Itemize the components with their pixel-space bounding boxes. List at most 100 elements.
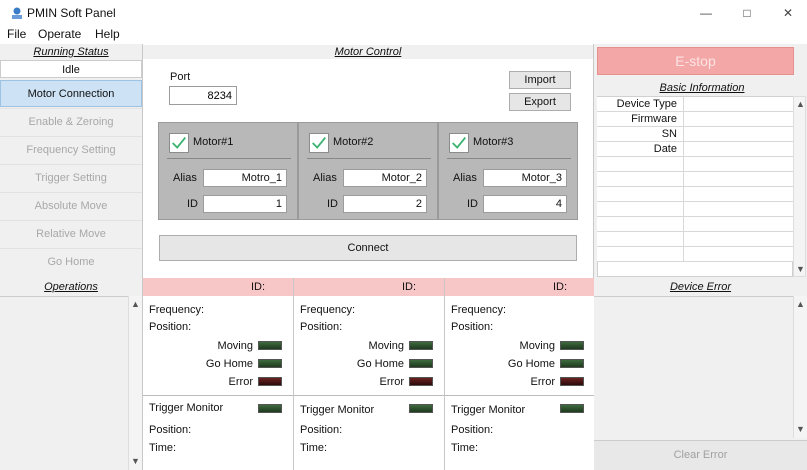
checkmark-icon — [452, 137, 466, 149]
running-status-value: Idle — [0, 60, 142, 78]
monitor-3-moving-label: Moving — [519, 340, 555, 352]
motor-1-alias-input[interactable]: Motro_1 — [203, 169, 287, 187]
moving-led-icon — [258, 341, 282, 350]
motor-2-checkbox[interactable] — [309, 133, 329, 153]
info-key: Firmware — [597, 112, 684, 127]
export-button[interactable]: Export — [509, 93, 571, 111]
monitor-2-error-label: Error — [379, 376, 404, 388]
motor-2-box: Motor#2 Alias Motor_2 ID 2 — [298, 122, 438, 220]
motor-1-id-input[interactable]: 1 — [203, 195, 287, 213]
info-key: Date — [597, 142, 684, 157]
monitor-3-position2: Position: — [451, 424, 494, 436]
nav-enable-zeroing[interactable]: Enable & Zeroing — [0, 108, 142, 135]
nav-absolute-move[interactable]: Absolute Move — [0, 192, 142, 219]
port-label: Port — [170, 71, 191, 83]
import-button[interactable]: Import — [509, 71, 571, 89]
operations-list — [0, 296, 142, 470]
gohome-led-icon — [258, 359, 282, 368]
info-row-empty — [597, 157, 793, 172]
motor-2-id-input[interactable]: 2 — [343, 195, 427, 213]
motor-3-box: Motor#3 Alias Motor_3 ID 4 — [438, 122, 578, 220]
maximize-button[interactable]: □ — [732, 3, 762, 23]
scroll-down-icon[interactable]: ▼ — [796, 264, 805, 274]
scroll-down-icon[interactable]: ▼ — [131, 456, 140, 466]
motor-2-alias-input[interactable]: Motor_2 — [343, 169, 427, 187]
monitor-1-error-label: Error — [228, 376, 253, 388]
estop-button[interactable]: E-stop — [597, 47, 794, 75]
info-row-device-type: Device Type — [597, 97, 793, 112]
error-led-icon — [409, 377, 433, 386]
trigger-led-icon — [258, 404, 282, 413]
info-key-empty — [597, 172, 684, 187]
motor-2-alias-label: Alias — [313, 172, 337, 184]
monitor-1-gohome-label: Go Home — [205, 358, 253, 370]
motor-control-header: Motor Control — [143, 45, 593, 59]
operations-header: Operations — [0, 280, 142, 294]
info-row-empty — [597, 202, 793, 217]
monitor-2-time: Time: — [300, 442, 328, 454]
nav-relative-move[interactable]: Relative Move — [0, 220, 142, 247]
scroll-up-icon[interactable]: ▲ — [131, 299, 140, 309]
monitor-2-position2: Position: — [300, 424, 343, 436]
minimize-button[interactable]: — — [691, 3, 721, 23]
info-scrollbar[interactable]: ▲ ▼ — [793, 96, 806, 277]
info-row-empty — [597, 187, 793, 202]
nav-frequency-setting[interactable]: Frequency Setting — [0, 136, 142, 163]
info-row-empty — [597, 217, 793, 232]
info-key: Device Type — [597, 97, 684, 112]
scroll-up-icon[interactable]: ▲ — [796, 99, 805, 109]
divider — [307, 158, 431, 159]
trigger-led-icon — [409, 404, 433, 413]
info-row-date: Date — [597, 142, 793, 157]
checkmark-icon — [172, 137, 186, 149]
close-button[interactable]: ✕ — [773, 3, 803, 23]
motor-3-alias-input[interactable]: Motor_3 — [483, 169, 567, 187]
monitor-1: ID: Frequency: Position: Moving Go Home … — [143, 278, 294, 470]
monitor-1-position2: Position: — [149, 424, 192, 436]
left-panel: Running Status Idle Motor Connection Ena… — [0, 44, 143, 278]
monitor-2: ID: Frequency: Position: Moving Go Home … — [294, 278, 445, 470]
monitor-3-time: Time: — [451, 442, 479, 454]
monitor-1-moving-label: Moving — [217, 340, 253, 352]
port-input[interactable] — [169, 86, 237, 105]
scroll-down-icon[interactable]: ▼ — [796, 424, 805, 434]
device-error-panel: Device Error ▲ ▼ Clear Error — [594, 278, 807, 470]
monitor-2-trigger: Trigger Monitor — [300, 404, 375, 416]
monitor-2-gohome-label: Go Home — [356, 358, 404, 370]
menu-file[interactable]: File — [7, 27, 26, 41]
monitor-1-frequency: Frequency: — [149, 304, 205, 316]
operations-scrollbar[interactable]: ▲ ▼ — [128, 296, 142, 470]
info-key-empty — [597, 247, 684, 262]
checkmark-icon — [312, 137, 326, 149]
monitor-2-position: Position: — [300, 321, 343, 333]
moving-led-icon — [409, 341, 433, 350]
clear-error-button[interactable]: Clear Error — [594, 440, 807, 470]
info-row-firmware: Firmware — [597, 112, 793, 127]
device-error-scrollbar[interactable]: ▲ ▼ — [793, 296, 807, 438]
connect-button[interactable]: Connect — [159, 235, 577, 261]
nav-motor-connection[interactable]: Motor Connection — [0, 80, 142, 107]
scroll-up-icon[interactable]: ▲ — [796, 299, 805, 309]
monitor-3-error-label: Error — [530, 376, 555, 388]
motor-3-name: Motor#3 — [473, 136, 514, 148]
divider — [167, 158, 291, 159]
info-key-empty — [597, 187, 684, 202]
gohome-led-icon — [409, 359, 433, 368]
menu-help[interactable]: Help — [95, 27, 120, 41]
device-error-header: Device Error — [594, 280, 807, 294]
motor-3-checkbox[interactable] — [449, 133, 469, 153]
monitor-2-moving-label: Moving — [368, 340, 404, 352]
trigger-led-icon — [560, 404, 584, 413]
menu-operate[interactable]: Operate — [38, 27, 81, 41]
moving-led-icon — [560, 341, 584, 350]
motor-1-name: Motor#1 — [193, 136, 234, 148]
info-row-empty — [597, 172, 793, 187]
nav-go-home[interactable]: Go Home — [0, 248, 142, 275]
nav-trigger-setting[interactable]: Trigger Setting — [0, 164, 142, 191]
monitor-3-frequency: Frequency: — [451, 304, 507, 316]
operations-panel: Operations ▲ ▼ — [0, 278, 143, 470]
motor-3-id-input[interactable]: 4 — [483, 195, 567, 213]
gohome-led-icon — [560, 359, 584, 368]
motor-1-checkbox[interactable] — [169, 133, 189, 153]
motor-3-id-label: ID — [467, 198, 478, 210]
